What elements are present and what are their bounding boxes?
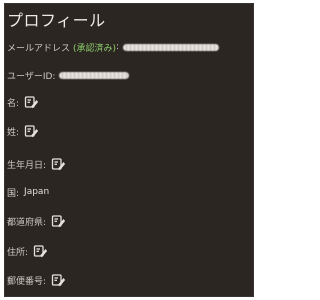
edit-icon[interactable] <box>51 214 66 228</box>
family-name-row: 姓: <box>7 124 39 138</box>
edit-icon[interactable] <box>51 273 66 287</box>
birthdate-row: 生年月日: <box>7 157 66 171</box>
address-row: 住所: <box>7 244 48 258</box>
given-name-row: 名: <box>7 95 39 109</box>
profile-panel: プロフィール メールアドレス (承認済み) : ユーザーID: 名: 姓: 生年… <box>4 3 254 297</box>
email-row: メールアドレス (承認済み) : <box>7 40 220 54</box>
edit-icon[interactable] <box>24 95 39 109</box>
country-row: 国: Japan <box>7 185 49 199</box>
family-name-label: 姓: <box>7 127 20 138</box>
user-id-redacted-value <box>59 71 130 79</box>
edit-icon[interactable] <box>24 124 39 138</box>
user-id-row: ユーザーID: <box>7 68 130 82</box>
country-value: Japan <box>24 187 50 197</box>
edit-icon[interactable] <box>33 244 48 258</box>
prefecture-label: 都道府県: <box>7 217 47 228</box>
edit-icon[interactable] <box>51 157 66 171</box>
email-label: メールアドレス <box>7 43 71 54</box>
birthdate-label: 生年月日: <box>7 160 47 171</box>
user-id-label: ユーザーID: <box>7 71 56 82</box>
prefecture-row: 都道府県: <box>7 214 66 228</box>
email-redacted-value <box>123 43 220 51</box>
postal-code-label: 郵便番号: <box>7 276 47 287</box>
email-colon: : <box>116 42 120 52</box>
postal-code-row: 郵便番号: <box>7 273 66 287</box>
address-label: 住所: <box>7 247 29 258</box>
email-verified-status: (承認済み) <box>73 43 117 54</box>
given-name-label: 名: <box>7 98 20 109</box>
page-title: プロフィール <box>7 11 106 30</box>
country-label: 国: <box>7 188 20 199</box>
